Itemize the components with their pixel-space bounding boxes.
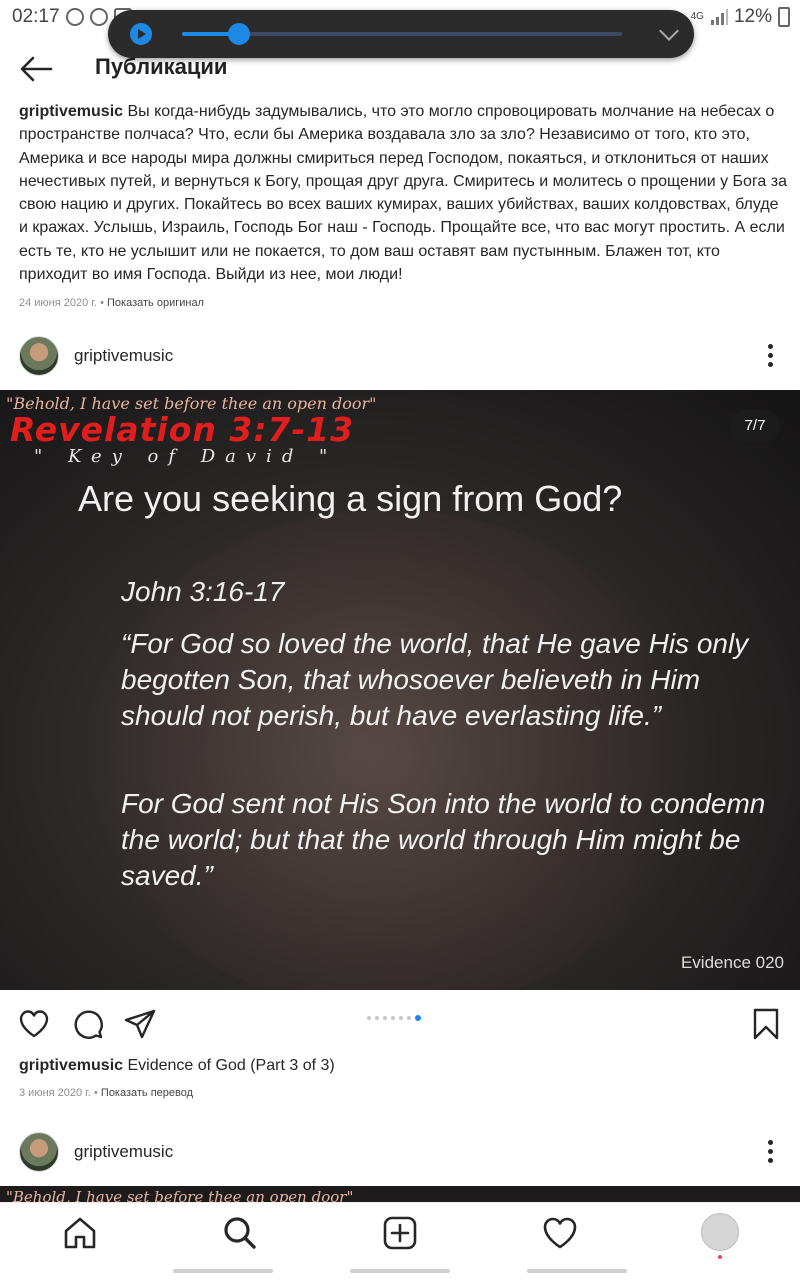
comment-icon[interactable] (72, 1008, 104, 1040)
carousel-dot (415, 1015, 421, 1021)
play-icon[interactable] (130, 23, 152, 45)
post-actions-row (0, 1002, 800, 1046)
caption-text: Evidence of God (Part 3 of 3) (127, 1057, 335, 1074)
post-username[interactable]: griptivemusic (74, 346, 173, 366)
carousel-counter-badge: 7/7 (730, 410, 780, 442)
image-verse-reference: John 3:16-17 (121, 576, 285, 607)
status-right: 4G 12% (691, 6, 790, 28)
post-date: 3 июня 2020 г. (19, 1087, 91, 1099)
previous-post-caption: griptivemusic Вы когда-нибудь задумывали… (19, 100, 789, 316)
post-username[interactable]: griptivemusic (74, 1142, 173, 1162)
add-post-icon[interactable] (380, 1213, 420, 1253)
search-icon[interactable] (220, 1213, 260, 1253)
carousel-dot (375, 1016, 379, 1020)
image-revelation-text: Revelation 3:7-13 (10, 410, 355, 449)
image-verse-quote-1: “For God so loved the world, that He gav… (121, 628, 749, 731)
home-icon[interactable] (60, 1213, 100, 1253)
meta-separator: • (93, 1087, 98, 1099)
status-time: 02:17 (12, 6, 60, 27)
send-icon[interactable] (124, 1008, 156, 1040)
battery-icon (778, 7, 790, 27)
media-player-bar[interactable] (108, 10, 694, 58)
image-key-of-david-text: " Key of David " (34, 446, 338, 467)
media-seek-knob[interactable] (228, 23, 251, 45)
carousel-indicator (367, 1015, 421, 1021)
carousel-dot (391, 1016, 395, 1020)
nav-gesture-handle (173, 1269, 273, 1273)
avatar[interactable] (19, 336, 59, 376)
bottom-navigation (0, 1202, 800, 1280)
network-label: 4G (690, 11, 704, 22)
nav-gesture-handle (350, 1269, 450, 1273)
carousel-dot (407, 1016, 411, 1020)
media-seek-track[interactable] (182, 23, 622, 45)
arrow-left-icon[interactable] (18, 54, 54, 84)
notification-dot (718, 1255, 722, 1259)
image-kicker-text: "Behold, I have set before thee an open … (6, 1188, 354, 1202)
next-post-image[interactable]: "Behold, I have set before thee an open … (0, 1186, 800, 1202)
post-meta: 3 июня 2020 г. • Показать перевод (19, 1087, 193, 1099)
next-post-header: griptivemusic (0, 1124, 800, 1180)
carousel-dot (399, 1016, 403, 1020)
caption-username[interactable]: griptivemusic (19, 1057, 123, 1074)
caption-username[interactable]: griptivemusic (19, 103, 123, 120)
notification-icon (66, 8, 84, 26)
battery-percent: 12% (733, 6, 772, 27)
post-date: 24 июня 2020 г. (19, 297, 98, 310)
shazam-icon (90, 8, 108, 26)
heart-icon[interactable] (18, 1008, 50, 1040)
post-caption: griptivemusic Evidence of God (Part 3 of… (19, 1057, 335, 1075)
carousel-dot (383, 1016, 387, 1020)
image-heading: Are you seeking a sign from God? (78, 478, 623, 519)
bookmark-icon[interactable] (750, 1008, 782, 1040)
show-translation-link[interactable]: Показать перевод (101, 1087, 193, 1099)
signal-icon (710, 9, 728, 25)
post-header: griptivemusic (0, 328, 800, 384)
caption-text: Вы когда-нибудь задумывались, что это мо… (19, 103, 787, 284)
carousel-dot (367, 1016, 371, 1020)
chevron-down-icon[interactable] (659, 21, 679, 41)
more-vertical-icon[interactable] (768, 344, 774, 368)
image-evidence-label: Evidence 020 (680, 953, 784, 972)
show-original-link[interactable]: Показать оригинал (107, 297, 204, 309)
avatar[interactable] (19, 1132, 59, 1172)
meta-separator: • (100, 297, 104, 310)
profile-icon[interactable] (701, 1213, 739, 1251)
nav-gesture-handle (527, 1269, 627, 1273)
post-image[interactable]: "Behold, I have set before thee an open … (0, 390, 800, 990)
image-verse-quote-2: For God sent not His Son into the world … (121, 788, 766, 891)
more-vertical-icon[interactable] (768, 1140, 774, 1164)
activity-heart-icon[interactable] (540, 1213, 580, 1253)
